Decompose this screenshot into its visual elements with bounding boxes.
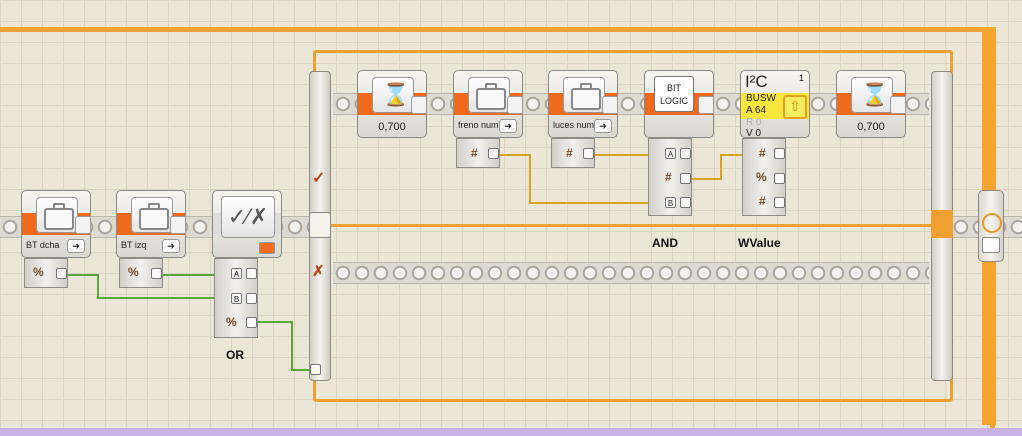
i2c-logic-icon: % [756,170,767,184]
bit-logic-line2: LOGIC [659,96,688,106]
freno-label: freno num [458,120,499,130]
bitlogic-a-port[interactable]: A [665,148,676,159]
or-logic-block[interactable]: ✓⁄✗ [212,190,282,258]
bt-dcha-out-port[interactable] [56,268,67,279]
bt-izq-block[interactable]: BT izq ➔ [116,190,186,258]
hub-arrow-icon[interactable]: ➔ [499,119,517,133]
or-result-icon: % [226,315,237,329]
i2c-register: R 0 [746,117,762,128]
bitlogic-result-port[interactable] [680,173,691,184]
hub-arrow-icon[interactable]: ➔ [67,239,85,253]
i2c-hash-icon-2: # [759,194,766,208]
or-a-out[interactable] [246,268,257,279]
or-b-port[interactable]: B [231,293,242,304]
hub-arrow-icon[interactable]: ➔ [594,119,612,133]
bitlogic-b-port[interactable]: B [665,197,676,208]
or-result-port[interactable] [246,317,257,328]
i2c-port-2[interactable] [774,173,785,184]
bottom-scroll-strip[interactable] [0,428,1022,436]
bit-logic-icon: BIT LOGIC [654,76,694,112]
bit-logic-block[interactable]: BIT LOGIC [644,70,714,138]
luces-label: luces num [553,120,595,130]
bt-dcha-label: BT dcha [26,240,60,250]
i2c-address: A 64 [746,105,767,116]
variable-briefcase-icon [139,203,169,230]
or-a-port[interactable]: A [231,268,242,279]
bt-izq-label: BT izq [121,240,147,250]
variable-briefcase-icon [44,203,74,230]
luces-num-block[interactable]: luces num ➔ [548,70,618,138]
or-label: OR [226,348,244,362]
bit-logic-line1: BIT [666,83,681,93]
hub-arrow-icon[interactable]: ➔ [162,239,180,253]
wait-block-2[interactable]: ⌛ 0,700 [836,70,906,138]
bit-logic-hub: A # B [648,138,692,216]
or-hub: A B % [214,258,258,338]
variable-briefcase-icon [571,83,601,110]
i2c-write-block[interactable]: I²C 1 BUSW A 64 R 0 V 0 ⇧ [740,70,810,139]
i2c-hub: # % # [742,138,786,216]
wire-and-to-i2c [689,154,746,180]
luces-hub: # [551,138,595,168]
number-type-icon: # [566,146,573,160]
wait-block-1[interactable]: ⌛ 0,700 [357,70,427,138]
i2c-index: 1 [798,73,804,83]
switch-input-port[interactable] [310,364,321,375]
i2c-port-1[interactable] [774,148,785,159]
bitlogic-result-icon: # [665,170,672,184]
wait-1-value: 0,700 [378,121,406,133]
freno-hub: # [456,138,500,168]
freno-num-block[interactable]: freno num ➔ [453,70,523,138]
logic-operation-icon: ✓⁄✗ [221,196,275,238]
i2c-title: I²C [745,72,768,91]
freno-out-port[interactable] [488,148,499,159]
hourglass-icon: ⌛ [382,82,410,107]
wvalue-label: WValue [738,236,781,250]
i2c-port-3[interactable] [774,197,785,208]
luces-out-port[interactable] [583,148,594,159]
i2c-hash-icon-1: # [759,146,766,160]
i2c-busw: BUSW [746,93,776,104]
logic-type-icon: % [128,265,139,279]
wire-or-to-switch [256,321,312,371]
hourglass-icon: ⌛ [861,82,889,107]
number-type-icon: # [471,146,478,160]
or-type-icon [259,242,275,254]
bitlogic-b-out[interactable] [680,197,691,208]
upload-arrow-icon: ⇧ [783,95,807,119]
bt-izq-out-port[interactable] [151,268,162,279]
wait-2-value: 0,700 [857,121,885,133]
or-b-out[interactable] [246,293,257,304]
logic-type-icon: % [33,265,44,279]
bitlogic-a-out[interactable] [680,148,691,159]
and-label: AND [652,236,678,250]
bt-dcha-hub: % [24,258,68,288]
bt-izq-hub: % [119,258,163,288]
bt-dcha-block[interactable]: BT dcha ➔ [21,190,91,258]
variable-briefcase-icon [476,83,506,110]
